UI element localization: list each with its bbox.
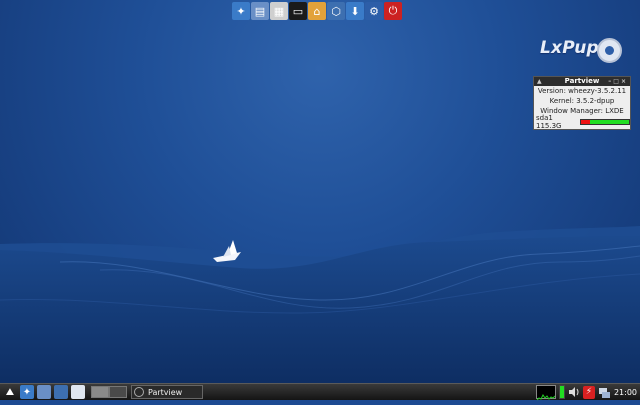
terminal-icon[interactable]: ▭ xyxy=(289,2,307,20)
package-manager-icon[interactable]: ⬇ xyxy=(346,2,364,20)
network-icon[interactable] xyxy=(54,385,68,399)
home-icon[interactable]: ⌂ xyxy=(308,2,326,20)
desktop-2[interactable] xyxy=(109,386,127,398)
volume-icon[interactable] xyxy=(568,386,580,398)
partview-titlebar[interactable]: ▲ Partview –□× xyxy=(534,77,630,86)
lxpup-logo: LxPup xyxy=(540,38,599,58)
power-icon[interactable]: ⏻ xyxy=(384,2,402,20)
network-icon[interactable]: ⬡ xyxy=(327,2,345,20)
cpu-monitor-icon[interactable] xyxy=(535,385,556,401)
partview-widget: ▲ Partview –□× Version: wheezy-3.5.2.11 … xyxy=(533,76,631,130)
partview-task-icon xyxy=(134,387,144,397)
task-partview[interactable]: Partview xyxy=(131,385,203,399)
memory-meter-icon[interactable] xyxy=(558,385,565,399)
desktop-1[interactable] xyxy=(91,386,109,398)
maximize-icon[interactable]: □ xyxy=(613,78,621,85)
clock[interactable]: 21:00 xyxy=(614,388,637,397)
top-launcher: ✦ ▤ ▦ ▭ ⌂ ⬡ ⬇ ⚙ ⏻ xyxy=(232,2,402,20)
file-cabinet-icon[interactable]: ▦ xyxy=(270,2,288,20)
disk-row: sda1 115.3G xyxy=(534,113,630,130)
network-tray-icon[interactable] xyxy=(598,386,611,399)
show-desktop-icon[interactable] xyxy=(71,385,85,399)
taskbar: ⛰ ✦ Partview ⚡ 21:00 xyxy=(0,383,640,401)
paper-boat-icon xyxy=(213,240,241,262)
start-menu-icon[interactable]: ⛰ xyxy=(3,385,17,399)
folder-icon[interactable]: ▤ xyxy=(251,2,269,20)
close-icon[interactable]: × xyxy=(621,78,628,85)
disk-label: sda1 115.3G xyxy=(536,113,562,130)
desktop: ✦ ▤ ▦ ▭ ⌂ ⬡ ⬇ ⚙ ⏻ LxPup ▲ Partview –□× V… xyxy=(0,0,640,383)
menu-icon[interactable]: ▲ xyxy=(537,77,542,86)
system-tray: ⚡ 21:00 xyxy=(535,384,640,401)
version-label: Version: wheezy-3.5.2.11 xyxy=(537,87,627,95)
control-panel-icon[interactable]: ✦ xyxy=(20,385,34,399)
folder-icon[interactable] xyxy=(37,385,51,399)
desktop-pager xyxy=(91,386,127,398)
kernel-label: Kernel: 3.5.2-dpup xyxy=(549,97,615,105)
control-panel-icon[interactable]: ✦ xyxy=(232,2,250,20)
disk-used-fill xyxy=(581,119,590,124)
disk-usage-bar xyxy=(580,118,630,125)
settings-wheel-icon[interactable]: ⚙ xyxy=(365,2,383,20)
power-flash-icon[interactable]: ⚡ xyxy=(582,385,595,399)
task-label: Partview xyxy=(148,387,183,397)
partview-title: Partview xyxy=(564,77,600,85)
paw-icon xyxy=(597,38,622,63)
